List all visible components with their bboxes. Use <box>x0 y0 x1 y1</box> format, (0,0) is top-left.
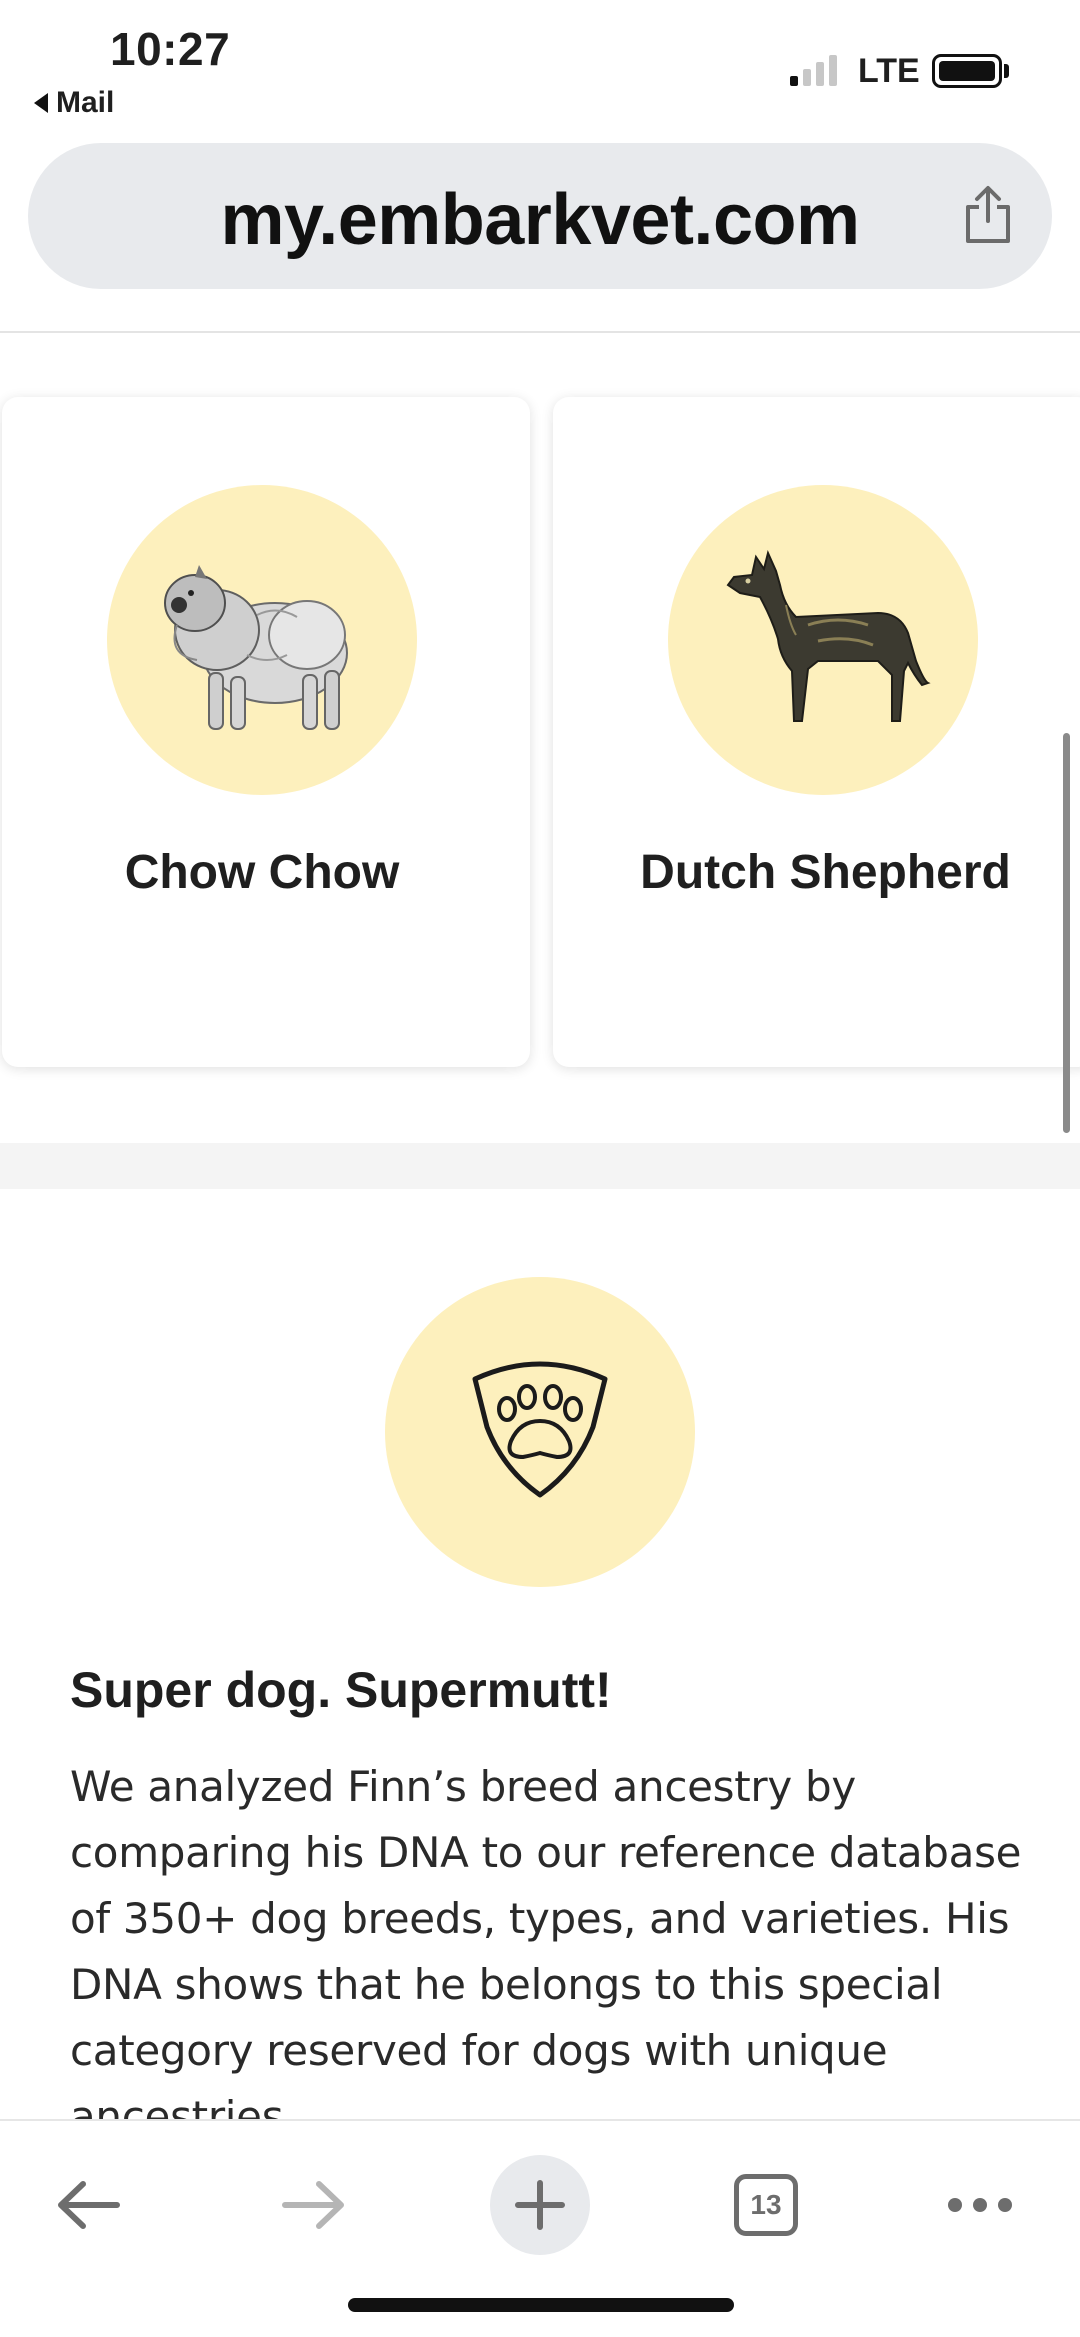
tab-count: 13 <box>750 2189 782 2220</box>
section-body: We analyzed Finn’s breed ancestry by com… <box>70 1762 1022 2119</box>
network-label: LTE <box>858 52 920 90</box>
paw-shield-badge <box>385 1277 695 1587</box>
back-arrow-icon <box>58 2181 120 2229</box>
plus-icon <box>515 2180 565 2230</box>
dutch-shepherd-illustration <box>668 485 978 795</box>
new-tab-button[interactable] <box>490 2155 590 2255</box>
supermutt-section: Super dog. Supermutt! We analyzed Finn’s… <box>0 1189 1080 2119</box>
back-to-app-button[interactable]: Mail <box>34 86 114 120</box>
breed-name: Chow Chow <box>124 846 400 899</box>
address-bar[interactable]: my.embarkvet.com <box>28 143 1052 289</box>
scrollbar[interactable] <box>1063 733 1070 1133</box>
breed-carousel[interactable]: Chow Chow Dutch Shepherd <box>0 333 1080 1143</box>
breed-name: Dutch Shepherd <box>640 846 1011 899</box>
battery-icon <box>932 54 1002 88</box>
breed-card-chow-chow[interactable]: Chow Chow <box>2 397 530 1067</box>
battery-cap <box>1004 64 1009 78</box>
forward-button[interactable] <box>264 2155 364 2255</box>
breed-card-dutch-shepherd[interactable]: Dutch Shepherd <box>553 397 1080 1067</box>
forward-arrow-icon <box>282 2181 344 2229</box>
section-separator <box>0 1143 1080 1189</box>
back-app-label: Mail <box>56 86 115 119</box>
chow-chow-illustration <box>107 485 417 795</box>
back-triangle-icon <box>34 93 48 113</box>
paw-shield-icon <box>472 1361 608 1498</box>
status-time: 10:27 <box>110 23 231 75</box>
url-text[interactable]: my.embarkvet.com <box>28 179 1052 261</box>
home-indicator[interactable] <box>348 2298 734 2312</box>
tabs-icon: 13 <box>734 2174 798 2236</box>
tab-switcher-button[interactable]: 13 <box>716 2155 816 2255</box>
share-icon[interactable] <box>962 185 1014 245</box>
more-menu-button[interactable] <box>930 2155 1030 2255</box>
back-button[interactable] <box>38 2155 138 2255</box>
more-icon <box>948 2198 1012 2212</box>
section-title: Super dog. Supermutt! <box>70 1662 612 1718</box>
signal-icon <box>790 54 837 86</box>
status-bar: 10:27 Mail LTE <box>0 0 1080 130</box>
